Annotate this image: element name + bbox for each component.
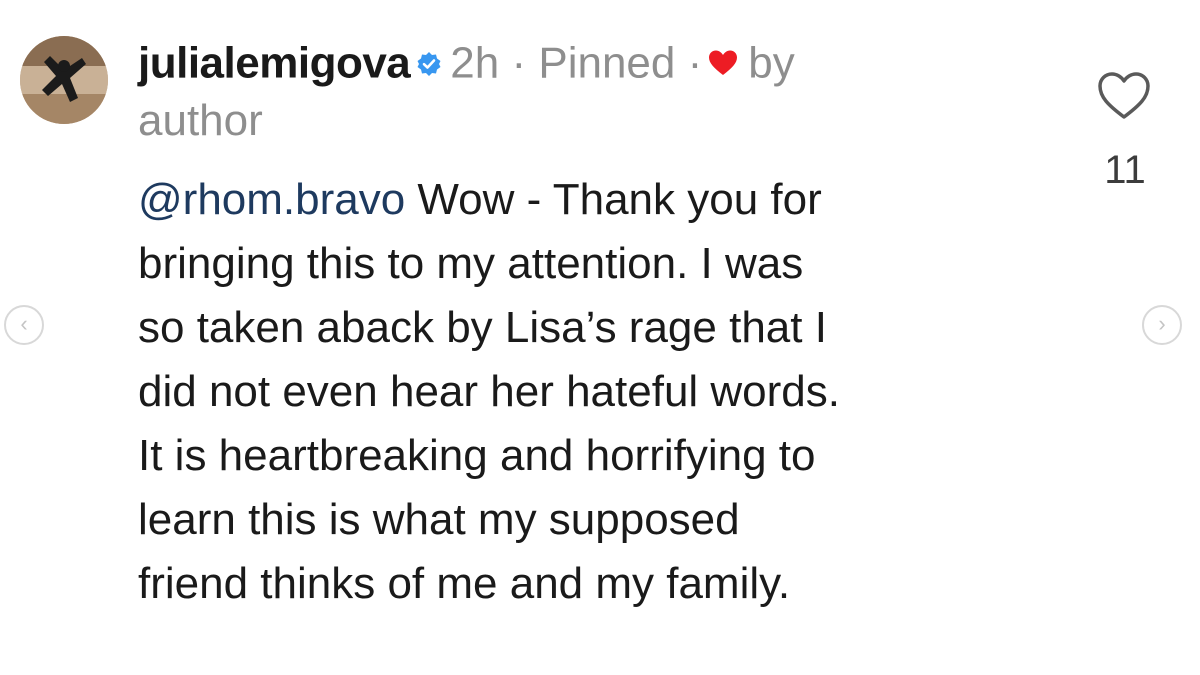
comment-header: julialemigova 2h · Pinned · by bbox=[138, 36, 795, 96]
verified-badge-icon bbox=[416, 36, 442, 90]
comment-line: so taken aback by Lisa’s rage that I bbox=[138, 303, 827, 352]
avatar[interactable] bbox=[20, 36, 108, 124]
next-arrow-button[interactable]: › bbox=[1142, 305, 1182, 345]
separator: · bbox=[511, 38, 527, 88]
comment-screenshot: julialemigova 2h · Pinned · by author @rho… bbox=[0, 0, 1200, 675]
comment-line: It is heartbreaking and horrifying to bbox=[138, 431, 816, 480]
comment-line: bringing this to my attention. I was bbox=[138, 239, 804, 288]
username[interactable]: julialemigova bbox=[138, 39, 411, 88]
separator: · bbox=[687, 38, 703, 88]
previous-arrow-button[interactable]: ‹ bbox=[4, 305, 44, 345]
comment-line: learn this is what my supposed bbox=[138, 495, 740, 544]
comment-line: @rhom.bravo Wow - Thank you for bbox=[138, 175, 822, 224]
heart-outline-icon[interactable] bbox=[1096, 70, 1152, 122]
comment-time: 2h bbox=[450, 38, 500, 88]
mention-link[interactable]: @rhom.bravo bbox=[138, 175, 405, 224]
comment-line: did not even hear her hateful words. bbox=[138, 367, 841, 416]
author-label: author bbox=[138, 96, 263, 145]
pinned-label: Pinned bbox=[538, 38, 676, 88]
comment-line: friend thinks of me and my family. bbox=[138, 559, 791, 608]
heart-filled-icon bbox=[708, 36, 738, 90]
liked-by-label: by bbox=[748, 38, 795, 88]
comment-text: @rhom.bravo Wow - Thank you for bringing… bbox=[138, 168, 1058, 616]
like-count: 11 bbox=[1104, 148, 1146, 192]
